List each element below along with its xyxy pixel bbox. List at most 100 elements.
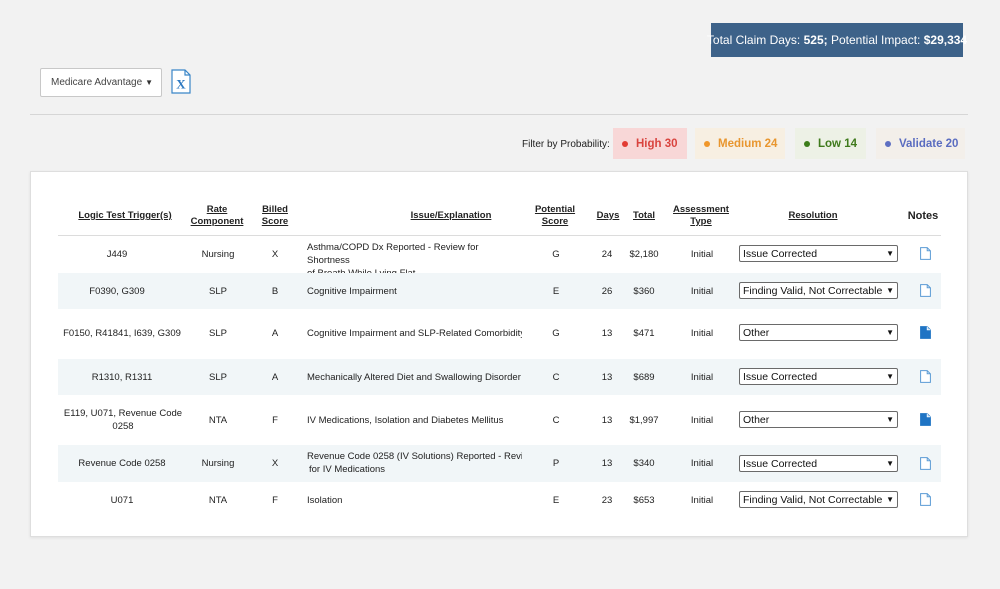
issue-cell: Isolation (307, 495, 343, 506)
chevron-down-icon: ▼ (886, 459, 894, 468)
resolution-select[interactable]: Finding Valid, Not Correctable ▼ (739, 491, 898, 508)
note-filled-icon[interactable] (920, 326, 931, 339)
header-total[interactable]: Total (628, 210, 660, 222)
filter-chip-label: High 30 (636, 137, 678, 150)
excel-icon[interactable]: X (171, 69, 191, 94)
total-cell: $653 (633, 495, 655, 506)
assessment-cell: Initial (690, 458, 714, 469)
resolution-select[interactable]: Issue Corrected ▼ (739, 368, 898, 385)
filter-chip-low[interactable]: Low 14 (795, 128, 866, 159)
rate-cell: SLP (209, 286, 227, 297)
impact-value: $29,334 (923, 33, 968, 47)
assessment-cell: Initial (690, 249, 714, 260)
chevron-down-icon: ▼ (886, 286, 894, 295)
header-trigger[interactable]: Logic Test Trigger(s) (76, 210, 174, 222)
header-text: Type (690, 216, 712, 227)
filter-chip-high[interactable]: High 30 (613, 128, 687, 159)
plan-type-value: Medicare Advantage (51, 77, 143, 88)
billed-cell: F (272, 415, 278, 426)
excel-letter: X (176, 77, 186, 92)
billed-cell: A (271, 372, 279, 383)
header-text: Potential (534, 204, 576, 215)
assessment-cell: Initial (690, 495, 714, 506)
trigger-cell: F0150, R41841, I639, G309 (63, 328, 181, 339)
section-divider (30, 114, 968, 115)
resolution-value: Issue Corrected (743, 370, 818, 383)
rate-cell: Nursing (201, 458, 235, 469)
chevron-down-icon: ▼ (886, 249, 894, 258)
total-cell: $360 (633, 286, 655, 297)
billed-cell: F (272, 495, 278, 506)
note-filled-icon[interactable] (920, 413, 931, 426)
note-outline-icon[interactable] (920, 457, 931, 470)
header-text: Score (541, 216, 569, 227)
days-cell: 13 (601, 328, 613, 339)
header-billed-score[interactable]: Billed Score (255, 204, 295, 228)
header-potential-score[interactable]: Potential Score (531, 204, 579, 228)
days-cell: 13 (601, 372, 613, 383)
rate-cell: NTA (208, 495, 228, 506)
chevron-down-icon: ▼ (886, 372, 894, 381)
chevron-down-icon: ▼ (145, 78, 153, 87)
assessment-cell: Initial (690, 286, 714, 297)
claim-summary-banner: Total Claim Days: 525; Potential Impact:… (707, 23, 967, 57)
total-cell: $689 (633, 372, 655, 383)
dot-icon (704, 140, 710, 147)
total-cell: $471 (633, 328, 655, 339)
assessment-cell: Initial (690, 415, 714, 426)
potential-cell: G (552, 328, 560, 339)
note-outline-icon[interactable] (920, 493, 931, 506)
issue-cell: Cognitive Impairment (307, 286, 397, 297)
issue-cell: Mechanically Altered Diet and Swallowing… (307, 372, 521, 383)
issue-text: for IV Medications (309, 464, 386, 475)
days-cell: 23 (601, 495, 613, 506)
issue-cell: Cognitive Impairment and SLP-Related Com… (307, 328, 522, 339)
filter-chip-validate[interactable]: Validate 20 (876, 128, 965, 159)
days-cell: 26 (601, 286, 613, 297)
issue-cell: Revenue Code 0258 (IV Solutions) Reporte… (307, 450, 522, 476)
table-row: E119, U071, Revenue Code 0258 NTA F IV M… (58, 395, 941, 445)
plan-type-select[interactable]: Medicare Advantage ▼ (40, 68, 162, 97)
table-row: U071 NTA F Isolation E 23 $653 Initial F… (58, 482, 941, 518)
header-days[interactable]: Days (591, 210, 625, 222)
table-row: Revenue Code 0258 Nursing X Revenue Code… (58, 445, 941, 482)
filter-chip-medium[interactable]: Medium 24 (695, 128, 785, 159)
resolution-select[interactable]: Other ▼ (739, 324, 898, 341)
trigger-cell: F0390, G309 (89, 286, 145, 297)
table-row: F0390, G309 SLP B Cognitive Impairment E… (58, 273, 941, 309)
potential-cell: P (552, 458, 560, 469)
resolution-select[interactable]: Other ▼ (739, 411, 898, 428)
note-outline-icon[interactable] (920, 284, 931, 297)
potential-cell: E (552, 495, 560, 506)
header-issue[interactable]: Issue/Explanation (391, 210, 511, 222)
note-outline-icon[interactable] (920, 370, 931, 383)
resolution-select[interactable]: Issue Corrected ▼ (739, 245, 898, 262)
note-outline-icon[interactable] (920, 247, 931, 260)
rate-cell: Nursing (201, 249, 235, 260)
resolution-value: Finding Valid, Not Correctable (743, 284, 883, 297)
filter-chip-label: Medium 24 (718, 137, 778, 150)
chevron-down-icon: ▼ (886, 415, 894, 424)
trigger-cell: E119, U071, Revenue Code 0258 (58, 407, 188, 433)
trigger-cell: J449 (106, 249, 128, 260)
header-resolution[interactable]: Resolution (771, 210, 855, 222)
resolution-select[interactable]: Issue Corrected ▼ (739, 455, 898, 472)
header-text: Assessment (673, 204, 729, 215)
filter-chip-label: Low 14 (818, 137, 857, 150)
resolution-select[interactable]: Finding Valid, Not Correctable ▼ (739, 282, 898, 299)
trigger-cell: U071 (110, 495, 134, 506)
header-rate-component[interactable]: Rate Component (187, 204, 247, 228)
resolution-value: Other (743, 413, 770, 426)
resolution-value: Issue Corrected (743, 247, 818, 260)
issue-cell: IV Medications, Isolation and Diabetes M… (307, 415, 504, 426)
header-assessment-type[interactable]: Assessment Type (669, 204, 733, 228)
dot-icon (804, 140, 810, 147)
trigger-text: 0258 (112, 421, 134, 432)
days-cell: 13 (601, 415, 613, 426)
days-cell: 13 (601, 458, 613, 469)
assessment-cell: Initial (690, 328, 714, 339)
total-cell: $1,997 (629, 415, 659, 426)
issue-text: Revenue Code 0258 (IV Solutions) Reporte… (307, 451, 522, 462)
dot-icon (885, 140, 891, 147)
dot-icon (622, 140, 628, 147)
